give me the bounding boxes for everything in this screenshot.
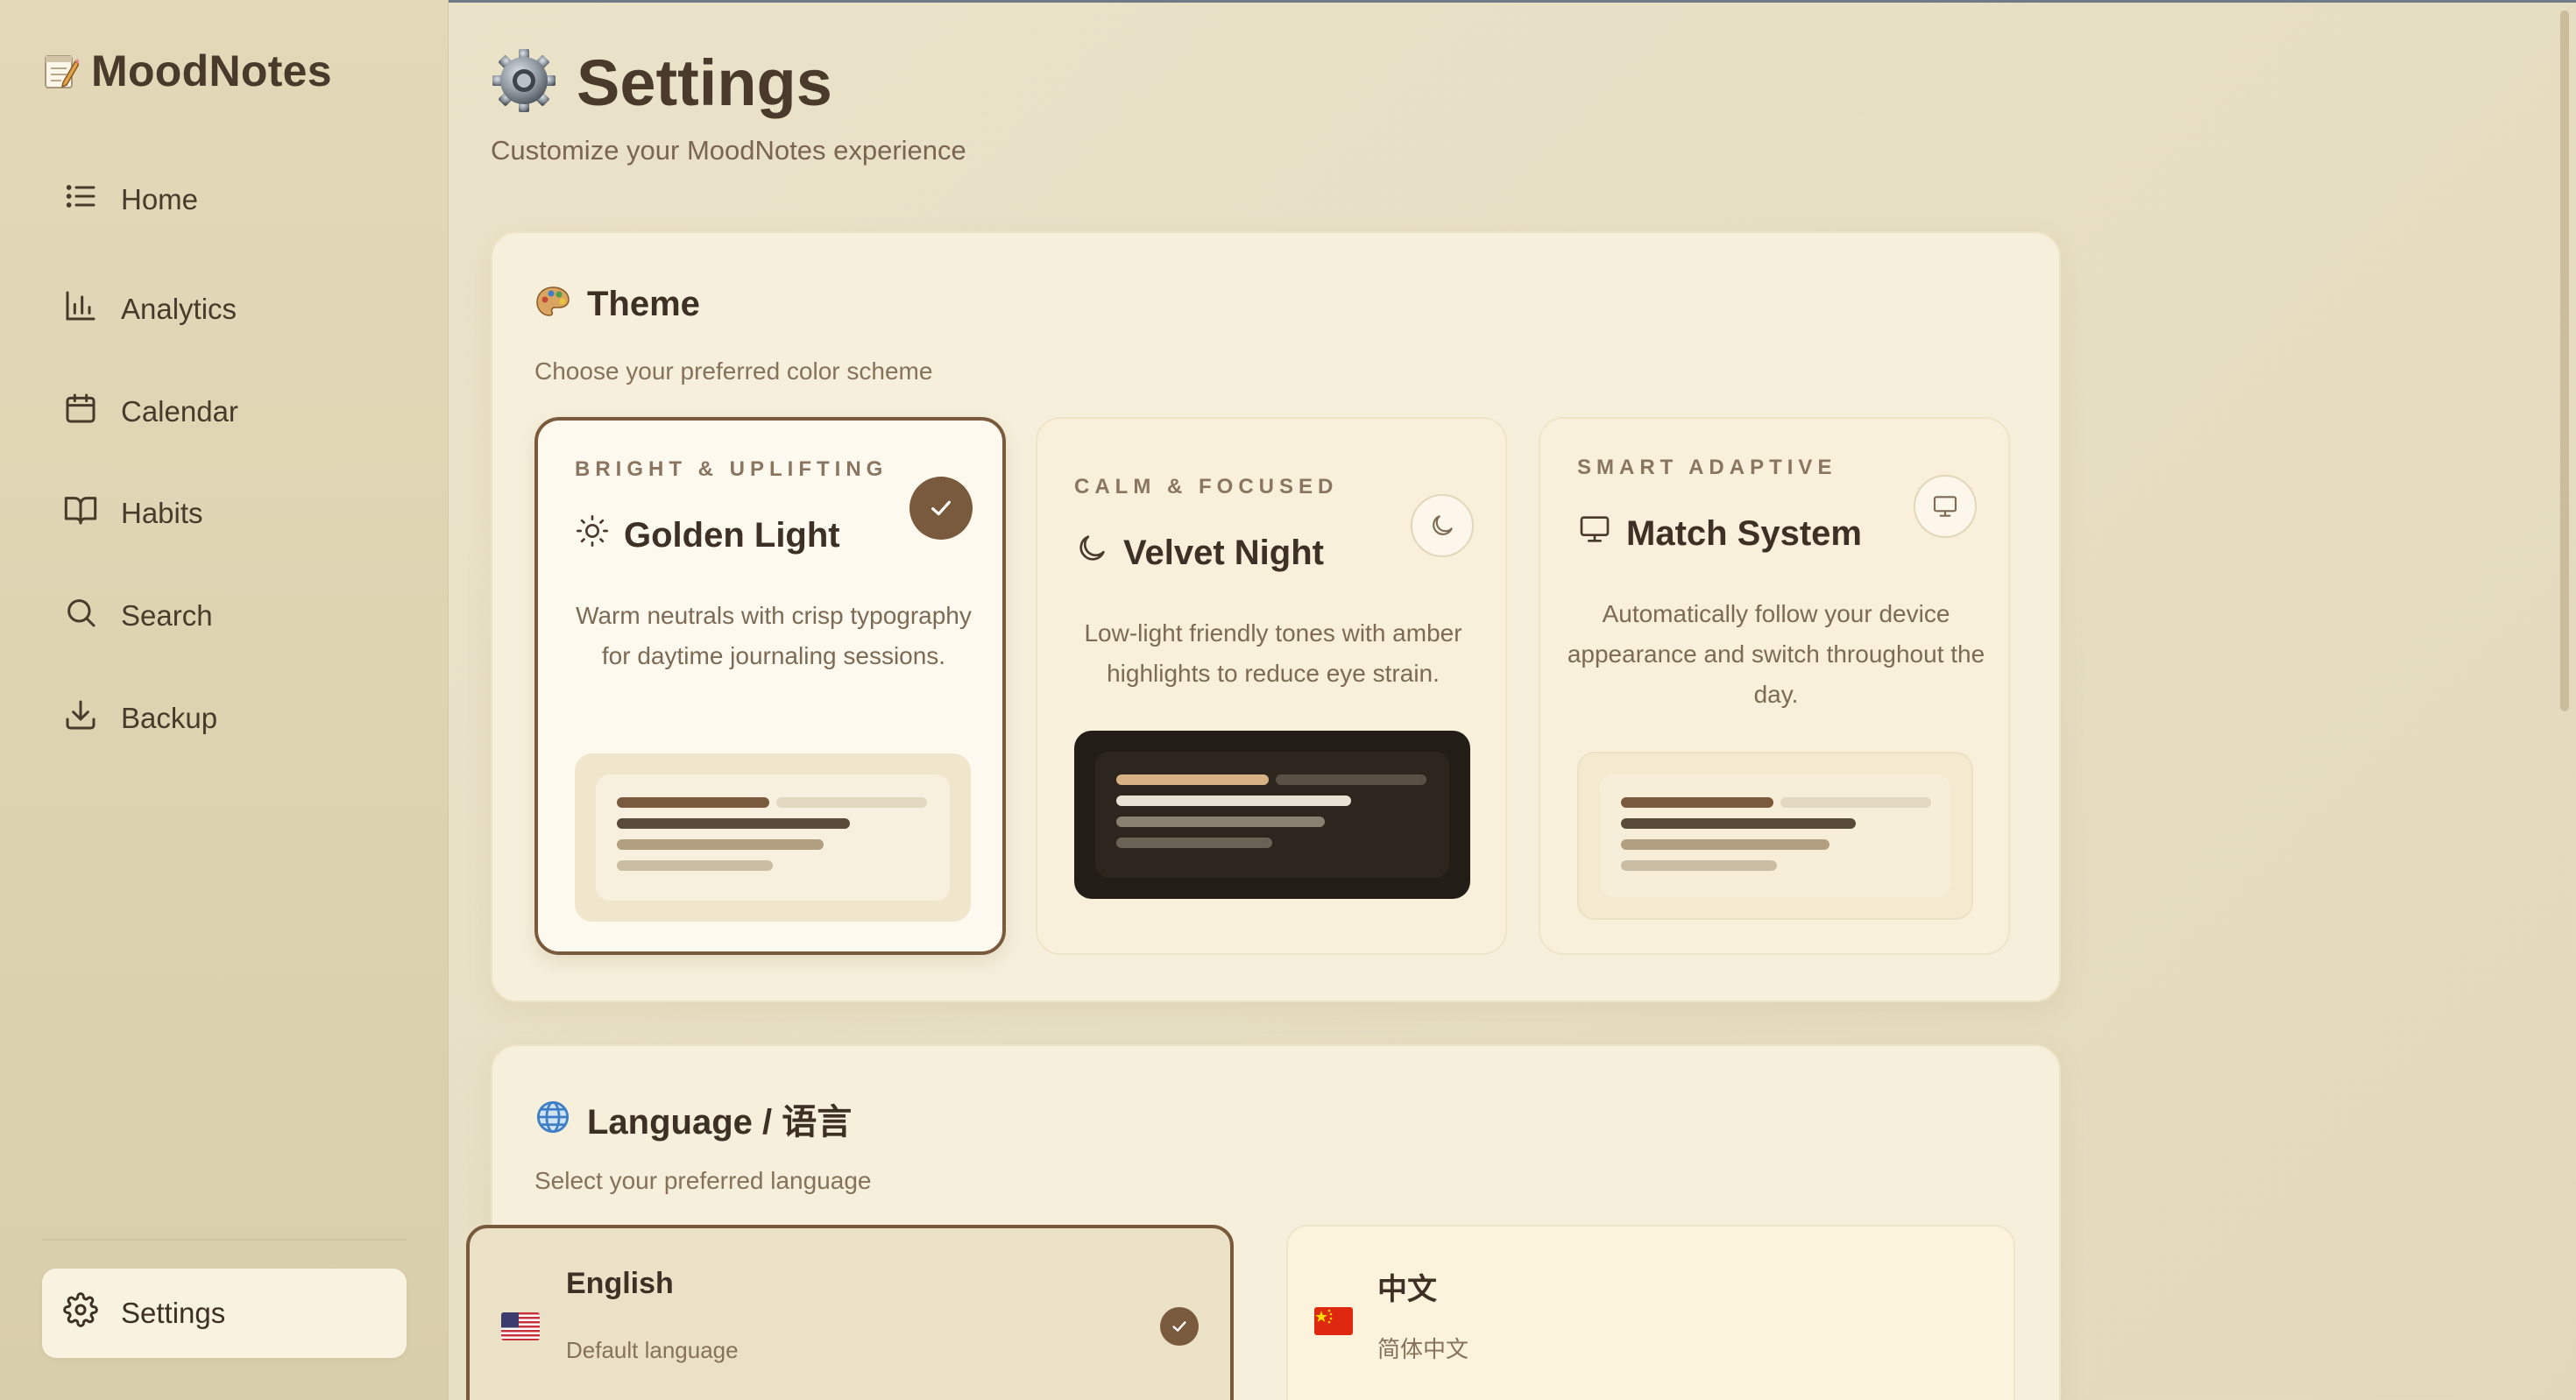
theme-option-title-text: Golden Light: [624, 515, 840, 555]
sidebar-item-home[interactable]: Home: [42, 158, 407, 242]
theme-option-kicker: BRIGHT & UPLIFTING: [575, 457, 888, 481]
theme-preview-match-system: [1577, 752, 1973, 920]
language-option-chinese[interactable]: 中文 简体中文: [1286, 1225, 2015, 1400]
sidebar-item-calendar[interactable]: Calendar: [42, 370, 407, 454]
theme-option-description: Warm neutrals with crisp typography for …: [576, 602, 972, 669]
sidebar-item-label: Home: [121, 183, 199, 216]
language-option-name: 中文: [1377, 1273, 1437, 1306]
language-card-title: Language / 语言: [587, 1103, 853, 1142]
theme-option-kicker: CALM & FOCUSED: [1074, 475, 1339, 498]
sidebar-item-search[interactable]: Search: [42, 574, 407, 658]
moon-icon: [1074, 531, 1109, 575]
sidebar-item-label: Habits: [121, 497, 203, 529]
notepad-icon: [44, 51, 80, 91]
calendar-icon: [63, 391, 98, 433]
theme-option-golden-light[interactable]: BRIGHT & UPLIFTING Golden Light Warm neu…: [534, 417, 1006, 955]
sidebar-item-label: Backup: [121, 702, 218, 734]
theme-option-description: Low-light friendly tones with amber high…: [1084, 619, 1462, 687]
selected-check-icon: [1160, 1307, 1199, 1346]
moon-icon: [1411, 494, 1474, 557]
language-option-sub: Default language: [566, 1337, 739, 1363]
theme-option-title: Match System: [1577, 512, 1862, 555]
theme-card-subtitle: Choose your preferred color scheme: [534, 357, 933, 385]
gear-icon: [63, 1292, 98, 1334]
download-icon: [63, 697, 98, 739]
language-card-subtitle: Select your preferred language: [534, 1167, 872, 1194]
language-option-english[interactable]: English Default language: [466, 1225, 1234, 1400]
theme-card: Theme Choose your preferred color scheme…: [491, 231, 2061, 1002]
theme-option-kicker: SMART ADAPTIVE: [1577, 456, 1837, 479]
language-card-header: Language / 语言: [534, 1093, 852, 1144]
list-icon: [63, 179, 98, 221]
language-option-sub: 简体中文: [1377, 1336, 1469, 1362]
cn-flag-icon: [1314, 1307, 1353, 1335]
language-card: Language / 语言 Select your preferred lang…: [466, 1044, 2061, 1400]
language-option-name: English: [566, 1267, 674, 1300]
theme-option-title: Golden Light: [575, 513, 840, 557]
page-title: Settings: [577, 46, 832, 119]
globe-icon: [534, 1099, 571, 1140]
search-icon: [63, 595, 98, 637]
sidebar-item-settings[interactable]: Settings: [42, 1269, 407, 1358]
gear-icon: [491, 47, 557, 118]
book-icon: [63, 492, 98, 534]
sidebar: MoodNotes Home Analytics Calendar Habits: [0, 0, 449, 1400]
selected-check-icon: [909, 477, 973, 540]
theme-option-velvet-night[interactable]: CALM & FOCUSED Velvet Night Low-light fr…: [1036, 417, 1507, 955]
theme-option-description: Automatically follow your device appeara…: [1567, 600, 1985, 708]
sidebar-item-label: Settings: [121, 1297, 226, 1329]
theme-card-title: Theme: [587, 285, 700, 323]
monitor-icon: [1914, 475, 1977, 538]
theme-option-title-text: Velvet Night: [1123, 533, 1324, 572]
theme-option-title-text: Match System: [1626, 513, 1862, 553]
theme-option-title: Velvet Night: [1074, 531, 1324, 575]
sidebar-item-label: Search: [121, 599, 213, 632]
sidebar-item-label: Calendar: [121, 395, 238, 428]
page-subtitle: Customize your MoodNotes experience: [491, 135, 966, 166]
palette-icon: [534, 284, 571, 325]
theme-preview-velvet-night: [1074, 731, 1470, 899]
theme-preview-golden-light: [575, 753, 971, 922]
brand[interactable]: MoodNotes: [44, 46, 332, 96]
monitor-icon: [1577, 512, 1612, 555]
us-flag-icon: [501, 1312, 540, 1340]
page-header: Settings: [491, 46, 832, 120]
sidebar-item-label: Analytics: [121, 293, 237, 325]
sidebar-item-backup[interactable]: Backup: [42, 676, 407, 760]
sidebar-item-habits[interactable]: Habits: [42, 471, 407, 555]
sun-icon: [575, 513, 610, 557]
bar-chart-icon: [63, 288, 98, 330]
app-name: MoodNotes: [91, 46, 332, 95]
sidebar-item-analytics[interactable]: Analytics: [42, 267, 407, 351]
theme-option-match-system[interactable]: SMART ADAPTIVE Match System Automaticall…: [1539, 417, 2010, 955]
theme-card-header: Theme: [534, 284, 700, 325]
page-scrollbar[interactable]: [2560, 11, 2569, 711]
sidebar-divider: [42, 1239, 407, 1241]
